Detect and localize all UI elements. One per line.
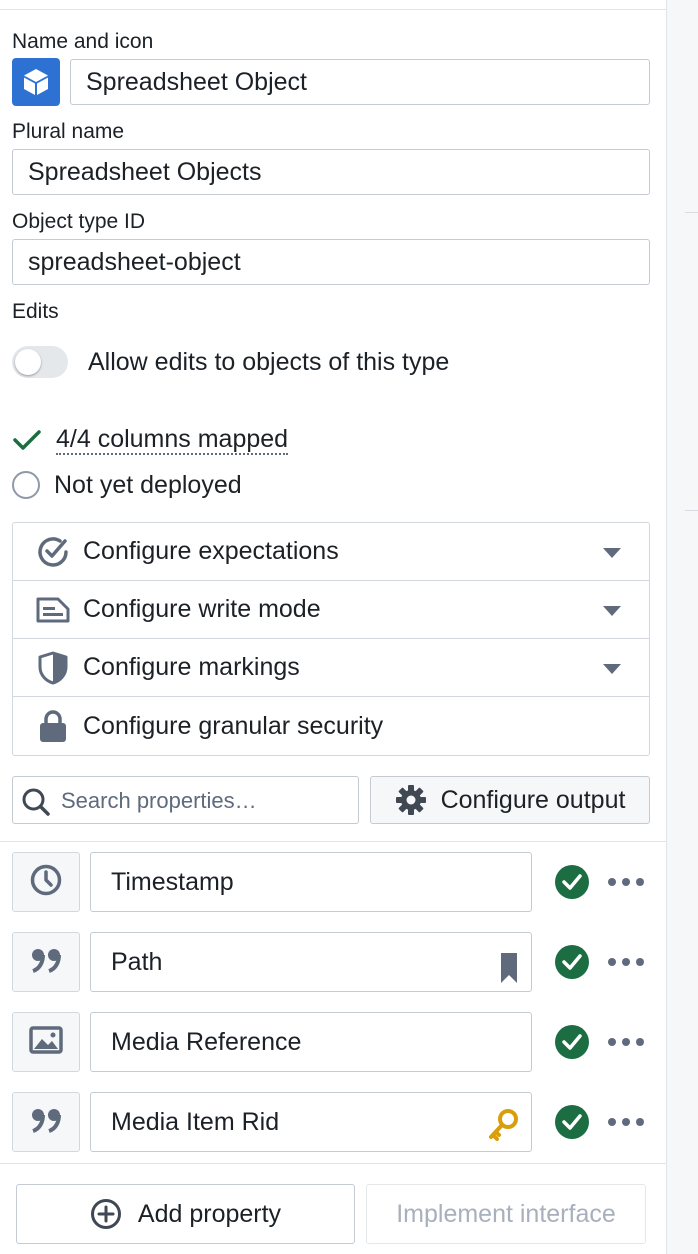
key-icon xyxy=(487,1105,519,1163)
property-type-button[interactable] xyxy=(12,932,80,992)
implement-interface-button[interactable]: Implement interface xyxy=(366,1184,646,1244)
property-name: Path xyxy=(111,948,163,976)
valid-status-icon xyxy=(555,945,589,979)
deployment-status: Not yet deployed xyxy=(12,469,242,501)
add-circle-icon xyxy=(90,1199,121,1229)
toggle-knob xyxy=(15,349,41,375)
allow-edits-toggle[interactable] xyxy=(12,346,68,378)
more-options-icon[interactable] xyxy=(608,1037,644,1047)
property-name: Timestamp xyxy=(111,868,234,896)
property-name-field[interactable]: Media Item Rid xyxy=(90,1092,532,1152)
gear-icon xyxy=(395,785,426,815)
top-divider xyxy=(0,9,666,10)
property-name-field[interactable]: Timestamp xyxy=(90,852,532,912)
configure-markings-row[interactable]: Configure markings xyxy=(13,639,649,697)
bookmark-icon xyxy=(499,947,519,1005)
footer-divider xyxy=(0,1163,666,1164)
configure-expectations-row[interactable]: Configure expectations xyxy=(13,523,649,581)
rail-divider xyxy=(685,212,698,213)
write-mode-icon xyxy=(33,596,73,624)
section-divider xyxy=(0,841,666,842)
configure-output-button[interactable]: Configure output xyxy=(370,776,650,824)
columns-mapped-link[interactable]: 4/4 columns mapped xyxy=(56,425,289,455)
name-input[interactable]: Spreadsheet Object xyxy=(70,59,650,105)
caret-down-icon xyxy=(603,664,621,674)
image-icon xyxy=(29,1025,63,1059)
implement-interface-label: Implement interface xyxy=(396,1199,616,1228)
configure-granular-security-row[interactable]: Configure granular security xyxy=(13,697,649,755)
valid-status-icon xyxy=(555,865,589,899)
configure-granular-security-label: Configure granular security xyxy=(83,711,384,740)
shield-icon xyxy=(33,651,73,685)
name-label: Name and icon xyxy=(12,30,154,53)
property-type-button[interactable] xyxy=(12,852,80,912)
check-circle-icon xyxy=(33,535,73,569)
property-type-button[interactable] xyxy=(12,1092,80,1152)
configuration-list: Configure expectations Configure write m… xyxy=(12,522,650,756)
mapping-status: 4/4 columns mapped xyxy=(12,424,289,456)
configure-write-mode-row[interactable]: Configure write mode xyxy=(13,581,649,639)
configure-write-mode-label: Configure write mode xyxy=(83,595,321,623)
lock-icon xyxy=(33,709,73,743)
property-name-field[interactable]: Media Reference xyxy=(90,1012,532,1072)
configure-output-label: Configure output xyxy=(440,785,626,814)
checkmark-icon xyxy=(13,430,41,450)
property-name: Media Item Rid xyxy=(111,1108,280,1136)
right-rail xyxy=(666,0,698,1254)
caret-down-icon xyxy=(603,548,621,558)
quote-icon xyxy=(30,1107,62,1138)
object-type-panel: Name and icon Spreadsheet Object Plural … xyxy=(0,0,666,1254)
add-property-label: Add property xyxy=(137,1199,282,1228)
plural-name-label: Plural name xyxy=(12,120,125,143)
search-icon xyxy=(22,788,50,816)
add-property-button[interactable]: Add property xyxy=(16,1184,355,1244)
deployment-status-text: Not yet deployed xyxy=(54,470,242,499)
property-type-button[interactable] xyxy=(12,1012,80,1072)
valid-status-icon xyxy=(555,1025,589,1059)
rail-divider xyxy=(685,510,698,511)
more-options-icon[interactable] xyxy=(608,957,644,967)
cube-icon[interactable] xyxy=(12,58,60,106)
property-name: Media Reference xyxy=(111,1028,302,1056)
configure-markings-label: Configure markings xyxy=(83,653,300,681)
clock-icon xyxy=(29,863,63,902)
configure-expectations-label: Configure expectations xyxy=(83,537,339,565)
valid-status-icon xyxy=(555,1105,589,1139)
property-name-field[interactable]: Path xyxy=(90,932,532,992)
more-options-icon[interactable] xyxy=(608,877,644,887)
quote-icon xyxy=(30,947,62,978)
object-type-id-label: Object type ID xyxy=(12,210,146,233)
allow-edits-label: Allow edits to objects of this type xyxy=(88,348,450,376)
plural-name-input[interactable]: Spreadsheet Objects xyxy=(12,149,650,195)
search-properties-input[interactable] xyxy=(59,783,353,819)
caret-down-icon xyxy=(603,606,621,616)
edits-label: Edits xyxy=(12,300,59,323)
search-properties xyxy=(12,776,359,824)
more-options-icon[interactable] xyxy=(608,1117,644,1127)
object-type-id-input[interactable]: spreadsheet-object xyxy=(12,239,650,285)
pending-circle-icon xyxy=(12,471,40,499)
